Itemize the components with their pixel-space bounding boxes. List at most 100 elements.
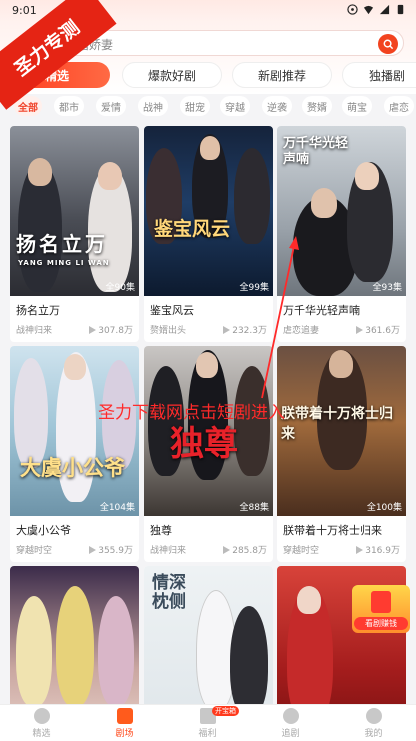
episode-count: 全99集 [239, 283, 269, 293]
poster-figure [234, 148, 270, 244]
category-chip[interactable]: 逆袭 [262, 96, 292, 116]
poster-title: 万千华光轻声喃 [283, 136, 349, 167]
category-chip[interactable]: 都市 [54, 96, 84, 116]
poster-figure [230, 606, 268, 704]
poster-title: 鉴宝风云 [154, 218, 231, 240]
view-count: 361.6万 [365, 326, 400, 336]
poster-title: 独尊 [170, 424, 238, 464]
poster-title: 朕带着十万将士归来 [281, 406, 393, 442]
nav-profile[interactable]: 我的 [332, 708, 415, 740]
episode-count: 全88集 [239, 503, 269, 513]
drama-title: 大虞小公爷 [16, 524, 71, 537]
drama-tag: 穿越时空 [16, 546, 53, 556]
view-count: 285.8万 [232, 546, 267, 556]
category-chip[interactable]: 萌宝 [342, 96, 372, 116]
play-icon [356, 545, 364, 554]
promo-overlay-text: 圣力下载网点击短剧进入 [98, 403, 285, 423]
drama-card[interactable]: 鉴宝风云 全99集 鉴宝风云 赘婿出头 232.3万 [144, 126, 273, 342]
nav-label: 福利 [198, 729, 217, 739]
poster-figure [98, 596, 134, 704]
drama-tag: 虐恋追妻 [283, 326, 320, 336]
category-chip[interactable]: 赘婿 [302, 96, 332, 116]
earn-reward-badge[interactable]: 看剧赚钱 [352, 585, 410, 633]
play-icon [356, 325, 364, 334]
category-chip[interactable]: 甜宠 [180, 96, 210, 116]
tab-hot[interactable]: 爆款好剧 [122, 62, 222, 88]
search-bar[interactable]: 闪婚娇妻 [54, 30, 404, 56]
poster-title: 大虞小公爷 [20, 455, 125, 480]
notification-icon [347, 4, 358, 15]
episode-count: 全93集 [372, 283, 402, 293]
drama-card[interactable]: 扬名立万 YANG MING LI WAN 全90集 扬名立万 战神归来 307… [10, 126, 139, 342]
drama-card[interactable]: 万千华光轻声喃 全93集 万千华光轻声喃 虐恋追妻 361.6万 [277, 126, 406, 342]
drama-card[interactable]: 大虞小公爷 全104集 大虞小公爷 穿越时空 355.9万 [10, 346, 139, 562]
category-chip[interactable]: 爱情 [96, 96, 126, 116]
poster-face [28, 158, 52, 186]
poster-figure [16, 596, 52, 704]
nav-welfare[interactable]: 开宝箱 福利 [166, 706, 249, 740]
view-count: 232.3万 [232, 326, 267, 336]
tab-new[interactable]: 新剧推荐 [232, 62, 332, 88]
red-envelope-icon [371, 591, 391, 613]
drama-tag: 赘婿出头 [150, 326, 187, 336]
status-time: 9:01 [12, 4, 37, 17]
drama-poster[interactable]: 大虞小公爷 全104集 [10, 346, 139, 516]
category-chip[interactable]: 战神 [138, 96, 168, 116]
poster-subtitle: YANG MING LI WAN [18, 259, 110, 267]
poster-face [355, 162, 379, 190]
poster-face [297, 586, 321, 614]
signal-icon [379, 4, 390, 15]
drama-poster[interactable]: 扬名立万 YANG MING LI WAN 全90集 [10, 126, 139, 296]
drama-poster[interactable]: 情深枕侧 [144, 566, 273, 704]
poster-figure [56, 586, 94, 704]
tab-exclusive[interactable]: 独播剧 [342, 62, 416, 88]
episode-count: 全100集 [366, 503, 402, 513]
nav-theater[interactable]: 剧场 [83, 708, 166, 740]
view-count: 316.9万 [365, 546, 400, 556]
drama-card[interactable]: 朕带着十万将士归来 全100集 朕带着十万将士归来 穿越时空 316.9万 [277, 346, 406, 562]
nav-label: 剧场 [115, 729, 134, 739]
poster-face [200, 136, 220, 160]
drama-poster[interactable]: 朕带着十万将士归来 全100集 [277, 346, 406, 516]
drama-card[interactable]: 独尊 全88集 独尊 战神归来 285.8万 [144, 346, 273, 562]
drama-title: 朕带着十万将士归来 [283, 524, 382, 537]
play-icon [89, 325, 97, 334]
nav-badge: 开宝箱 [212, 706, 239, 716]
drama-tag: 战神归来 [150, 546, 187, 556]
nav-label: 精选 [32, 729, 51, 739]
drama-tag: 穿越时空 [283, 546, 320, 556]
view-count: 307.8万 [98, 326, 133, 336]
drama-card[interactable] [10, 566, 139, 704]
battery-icon [397, 4, 404, 15]
drama-poster[interactable]: 鉴宝风云 全99集 [144, 126, 273, 296]
drama-poster[interactable] [10, 566, 139, 704]
nav-featured[interactable]: 精选 [0, 708, 83, 740]
play-icon [89, 545, 97, 554]
category-chip[interactable]: 虐恋 [384, 96, 414, 116]
nav-label: 我的 [364, 729, 383, 739]
drama-poster[interactable]: 独尊 全88集 [144, 346, 273, 516]
poster-face [329, 350, 353, 378]
drama-card[interactable]: 情深枕侧 [144, 566, 273, 704]
profile-icon [365, 708, 382, 724]
poster-face [196, 352, 218, 378]
tv-icon [116, 708, 133, 724]
drama-poster[interactable]: 万千华光轻声喃 全93集 [277, 126, 406, 296]
category-chip[interactable]: 穿越 [220, 96, 250, 116]
poster-title: 情深枕侧 [152, 573, 186, 612]
play-icon [223, 325, 231, 334]
search-icon [383, 39, 393, 49]
nav-following[interactable]: 追剧 [249, 708, 332, 740]
status-icons [347, 4, 406, 15]
category-chips: 全部 都市 爱情 战神 甜宠 穿越 逆袭 赘婿 萌宝 虐恋 [0, 94, 416, 118]
drama-title: 扬名立万 [16, 304, 60, 317]
poster-face [64, 354, 86, 380]
earn-reward-label: 看剧赚钱 [354, 617, 408, 630]
episode-count: 全104集 [99, 503, 135, 513]
poster-face [98, 162, 122, 190]
search-button[interactable] [378, 34, 398, 54]
drama-tag: 战神归来 [16, 326, 53, 336]
star-icon [282, 708, 299, 724]
drama-title: 万千华光轻声喃 [283, 304, 360, 317]
bottom-nav: 精选 剧场 开宝箱 福利 追剧 我的 [0, 704, 416, 741]
